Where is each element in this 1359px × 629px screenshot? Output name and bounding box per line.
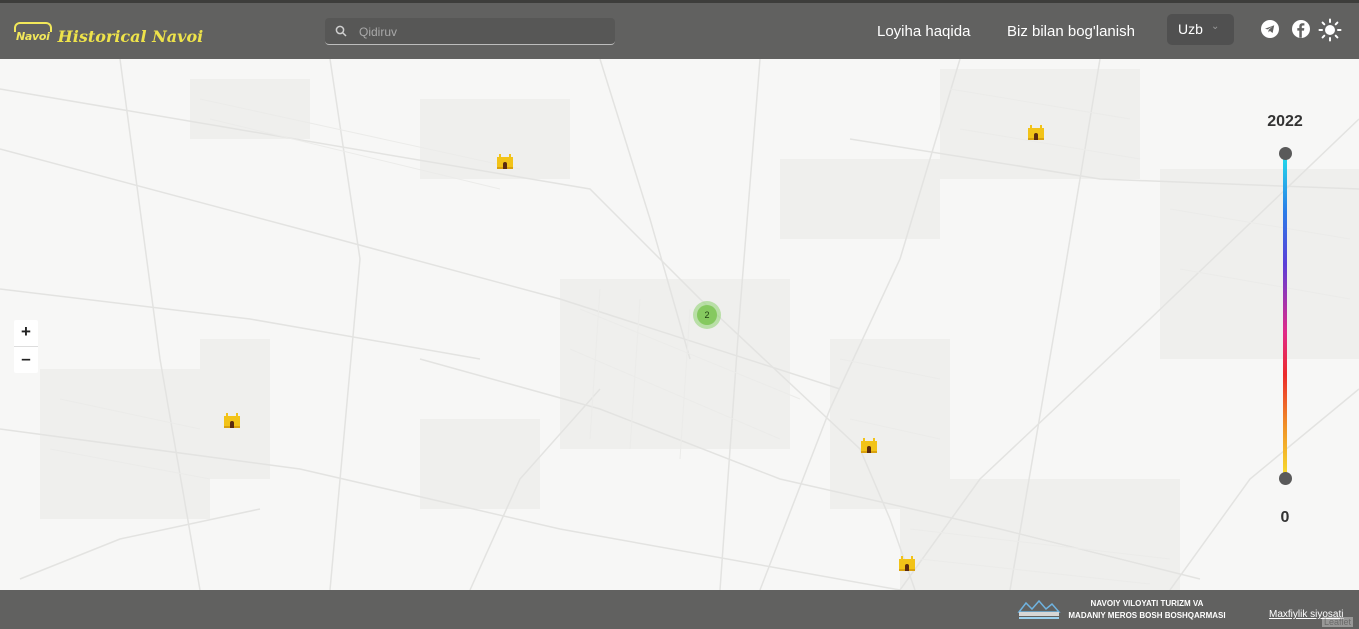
sun-icon[interactable] xyxy=(1318,18,1342,42)
timeline-min-label: 0 xyxy=(1280,509,1290,526)
nav-about[interactable]: Loyiha haqida xyxy=(877,23,970,40)
marker-cluster[interactable]: 2 xyxy=(693,301,721,329)
search-box[interactable] xyxy=(325,18,615,45)
site-logo[interactable]: Navoi Historical Navoi xyxy=(14,21,204,49)
footer-bar: NAVOIY VILOYATI TURIZM VA MADANIY MEROS … xyxy=(0,590,1359,629)
search-input[interactable] xyxy=(357,22,601,42)
monument-marker[interactable] xyxy=(496,153,514,169)
monument-gate-icon xyxy=(861,438,877,453)
monument-marker[interactable] xyxy=(898,555,916,571)
monument-gate-icon xyxy=(899,556,915,571)
monument-gate-icon xyxy=(224,413,240,428)
monument-marker[interactable] xyxy=(1027,124,1045,140)
organization-name-line1: NAVOIY VILOYATI TURIZM VA xyxy=(1090,599,1204,608)
monument-marker[interactable] xyxy=(223,412,241,428)
timeline-max-handle[interactable] xyxy=(1279,147,1292,160)
cluster-count: 2 xyxy=(697,305,717,325)
logo-text: Historical Navoi xyxy=(57,26,204,46)
timeline-min-handle[interactable] xyxy=(1279,472,1292,485)
organization-name: NAVOIY VILOYATI TURIZM VA MADANIY MEROS … xyxy=(1062,598,1232,622)
map-canvas[interactable]: + – 2 xyxy=(0,59,1359,590)
logo-mark: Navoi xyxy=(14,21,52,43)
chevron-down-icon: ⌄ xyxy=(1211,21,1220,32)
language-select[interactable]: Uzb ⌄ xyxy=(1167,14,1234,45)
header-bar: Navoi Historical Navoi Loyiha haqida Biz… xyxy=(0,3,1359,59)
zoom-out-button[interactable]: – xyxy=(14,347,38,373)
leaflet-attribution[interactable]: Leaflet xyxy=(1322,617,1354,627)
monument-marker[interactable] xyxy=(860,437,878,453)
zoom-control: + – xyxy=(14,320,38,373)
search-icon xyxy=(335,25,347,37)
telegram-icon[interactable] xyxy=(1261,20,1279,38)
map-streets xyxy=(0,59,1359,590)
organization-name-line2: MADANIY MEROS BOSH BOSHQARMASI xyxy=(1068,611,1226,620)
nav-contact[interactable]: Biz bilan bog'lanish xyxy=(1007,23,1135,40)
timeline-max-label: 2022 xyxy=(1267,113,1303,130)
monument-gate-icon xyxy=(497,154,513,169)
timeline-track[interactable] xyxy=(1283,153,1287,479)
monument-gate-icon xyxy=(1028,125,1044,140)
zoom-in-button[interactable]: + xyxy=(14,320,38,347)
organization-logo xyxy=(1017,599,1061,619)
facebook-icon[interactable] xyxy=(1292,20,1310,38)
language-value: Uzb xyxy=(1178,21,1203,37)
